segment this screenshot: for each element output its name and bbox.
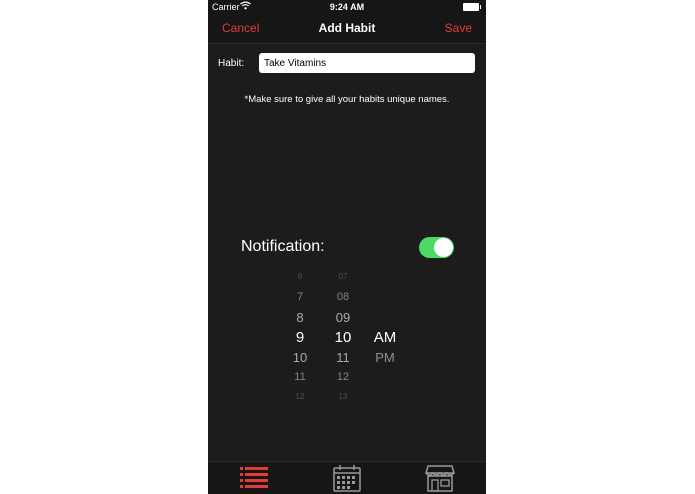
habit-name-input[interactable] bbox=[259, 53, 475, 73]
picker-minute-option[interactable]: 10 bbox=[328, 329, 358, 346]
picker-minute-option[interactable]: 11 bbox=[328, 350, 358, 365]
picker-minute-option[interactable]: 09 bbox=[328, 310, 358, 325]
notification-label: Notification: bbox=[241, 238, 325, 255]
tab-store[interactable] bbox=[420, 464, 460, 494]
unique-name-hint: *Make sure to give all your habits uniqu… bbox=[244, 94, 450, 105]
picker-minute-option[interactable]: 13 bbox=[328, 392, 358, 401]
picker-hour-option[interactable]: 11 bbox=[285, 371, 315, 383]
picker-hour-option[interactable]: 7 bbox=[285, 291, 315, 303]
save-button[interactable]: Save bbox=[445, 21, 472, 35]
notification-toggle[interactable] bbox=[419, 237, 454, 258]
picker-hour-option[interactable]: 9 bbox=[285, 329, 315, 346]
picker-hour-option[interactable]: 12 bbox=[285, 392, 315, 401]
picker-minute-option[interactable]: 12 bbox=[328, 371, 358, 383]
tab-habits-list[interactable] bbox=[234, 464, 274, 494]
store-icon bbox=[425, 465, 455, 492]
picker-period-option[interactable]: PM bbox=[370, 350, 400, 365]
picker-hour-option[interactable]: 6 bbox=[285, 272, 315, 281]
picker-hour-option[interactable]: 10 bbox=[285, 350, 315, 365]
tab-calendar[interactable] bbox=[327, 464, 367, 494]
list-icon bbox=[240, 467, 268, 488]
battery-icon bbox=[463, 3, 481, 11]
habit-label: Habit: bbox=[218, 58, 245, 69]
tab-bar bbox=[208, 461, 486, 494]
status-bar: Carrier 9:24 AM bbox=[208, 0, 486, 14]
picker-minute-option[interactable]: 08 bbox=[328, 291, 358, 303]
status-time: 9:24 AM bbox=[329, 2, 365, 12]
nav-bar: Cancel Add Habit Save bbox=[208, 14, 486, 44]
picker-minute-option[interactable]: 07 bbox=[328, 272, 358, 281]
toggle-knob bbox=[434, 238, 453, 257]
app-screen: Carrier 9:24 AM Cancel Add Habit Save Ha… bbox=[208, 0, 486, 494]
picker-period-option[interactable]: AM bbox=[370, 329, 400, 346]
picker-hour-option[interactable]: 8 bbox=[285, 310, 315, 325]
calendar-icon bbox=[333, 465, 361, 492]
